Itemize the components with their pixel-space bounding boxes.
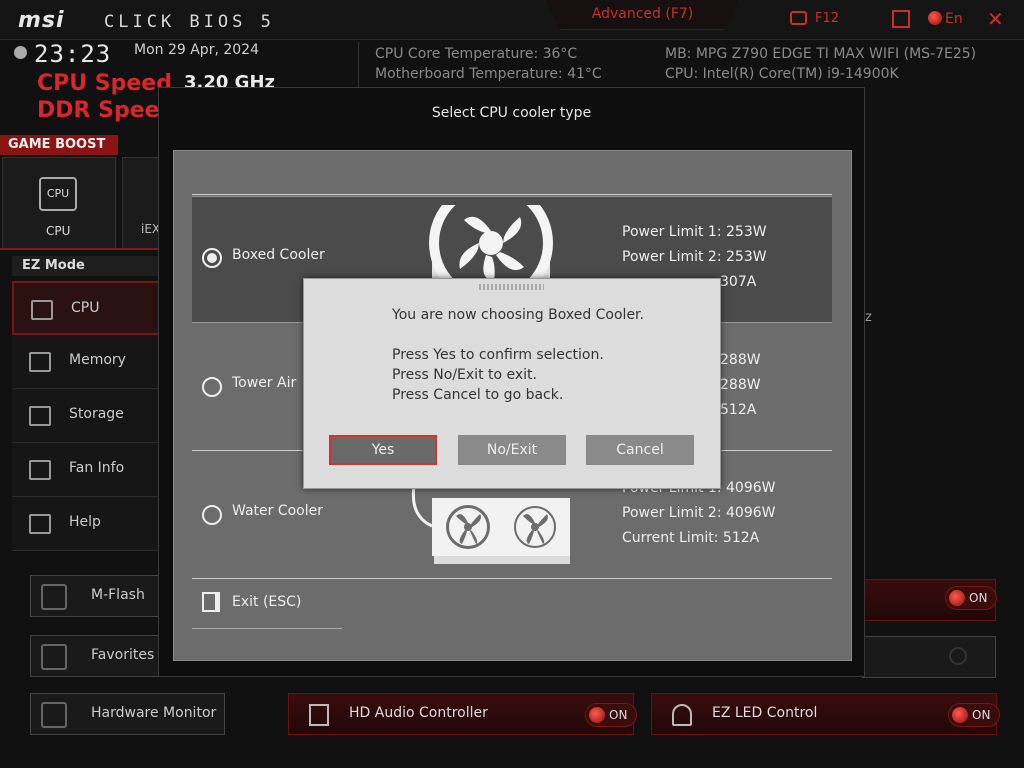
hd-audio-toggle[interactable]: ON: [585, 703, 637, 727]
water-cooler-radio[interactable]: [202, 505, 222, 525]
game-boost-divider: [0, 248, 160, 250]
mb-temperature: Motherboard Temperature: 41°C: [375, 66, 602, 82]
sidebar-item-label: Storage: [69, 406, 124, 422]
sidebar-item-label: Memory: [69, 352, 126, 368]
led-icon: [672, 704, 692, 726]
right-feature-tile[interactable]: ON: [862, 579, 997, 621]
water-cooler-radiator-icon: [411, 486, 570, 564]
cancel-button[interactable]: Cancel: [586, 435, 694, 465]
option-divider: [192, 194, 832, 195]
hardware-monitor-label: Hardware Monitor: [91, 705, 217, 721]
search-icon[interactable]: [892, 10, 910, 28]
screenshot-label[interactable]: F12: [815, 11, 839, 26]
mb-model: MB: MPG Z790 EDGE TI MAX WIFI (MS-7E25): [665, 46, 977, 62]
game-boost-header: GAME BOOST: [0, 135, 118, 155]
toggle-knob: [952, 707, 968, 723]
game-boost-cpu-label: CPU: [46, 224, 71, 238]
tower-spec-pl1: 288W: [720, 352, 761, 368]
usb-icon: [41, 584, 67, 610]
yes-button[interactable]: Yes: [329, 435, 437, 465]
date-text: Mon 29 Apr, 2024: [134, 42, 259, 58]
background-text-fragment: z: [865, 310, 872, 325]
sidebar-item-fan-info[interactable]: Fan Info: [12, 443, 162, 497]
hotkey-icon: [29, 514, 51, 534]
toggle-state: ON: [609, 708, 628, 722]
water-spec-pl2: Power Limit 2: 4096W: [622, 505, 776, 521]
m-flash-label: M-Flash: [91, 587, 145, 603]
close-icon[interactable]: ✕: [987, 7, 1004, 31]
hd-audio-label: HD Audio Controller: [349, 705, 488, 721]
memory-icon: [29, 352, 51, 372]
fan-icon: [29, 460, 51, 480]
ez-led-label: EZ LED Control: [712, 705, 818, 721]
camera-icon[interactable]: [790, 11, 807, 25]
boxed-cooler-radio[interactable]: [202, 248, 222, 268]
right-feature-tile-2[interactable]: [862, 636, 996, 678]
speaker-icon: [309, 704, 329, 726]
confirm-message-line: You are now choosing Boxed Cooler.: [392, 307, 644, 323]
water-spec-current: Current Limit: 512A: [622, 530, 760, 546]
toggle-knob: [949, 590, 965, 606]
ez-led-tile[interactable]: EZ LED Control ON: [651, 693, 1000, 735]
ddr-speed-label: DDR Speed: [37, 98, 176, 123]
cpu-temperature: CPU Core Temperature: 36°C: [375, 46, 578, 62]
boxed-spec-current: 307A: [720, 274, 757, 290]
cooler-dialog-title: Select CPU cooler type: [431, 105, 592, 121]
exit-door-icon[interactable]: [202, 592, 220, 612]
favorites-label: Favorites: [91, 647, 155, 663]
cpu-speed-label: CPU Speed: [37, 71, 172, 96]
tower-spec-current: 512A: [720, 402, 757, 418]
bios-screen: msi CLICK BIOS 5 Advanced (F7) F12 En ✕ …: [0, 0, 1024, 768]
cpu-model: CPU: Intel(R) Core(TM) i9-14900K: [665, 66, 899, 82]
toggle-state: ON: [969, 591, 988, 605]
toggle-state: ON: [972, 708, 991, 722]
clock-icon: [14, 46, 27, 59]
advanced-mode-tab[interactable]: Advanced (F7): [545, 0, 740, 30]
globe-icon[interactable]: [928, 11, 942, 25]
sidebar-item-label: CPU: [71, 300, 100, 316]
heart-icon: [41, 644, 67, 670]
ez-led-toggle[interactable]: ON: [948, 703, 1000, 727]
sidebar-item-cpu[interactable]: CPU: [12, 281, 162, 335]
boxed-spec-pl2: Power Limit 2: 253W: [622, 249, 767, 265]
toggle-knob: [589, 707, 605, 723]
cpu-icon: [31, 300, 53, 320]
feature-toggle[interactable]: ON: [945, 586, 997, 610]
info-divider: [358, 42, 359, 90]
sidebar-item-help[interactable]: Help: [12, 497, 162, 551]
drag-handle[interactable]: [479, 284, 544, 290]
exit-underline: [192, 628, 342, 629]
fan-monitor-icon: [41, 702, 67, 728]
confirm-message-line: Press Cancel to go back.: [392, 387, 564, 403]
cpu-chip-icon: CPU: [39, 177, 77, 211]
language-selector[interactable]: En: [945, 11, 963, 27]
boxed-cooler-label: Boxed Cooler: [232, 247, 325, 263]
off-indicator: [949, 647, 967, 665]
tower-air-label[interactable]: Tower Air: [232, 375, 296, 391]
no-exit-button[interactable]: No/Exit: [458, 435, 566, 465]
storage-icon: [29, 406, 51, 426]
bios-name: CLICK BIOS 5: [104, 12, 275, 32]
tower-air-radio[interactable]: [202, 377, 222, 397]
sidebar-item-label: Fan Info: [69, 460, 125, 476]
ez-mode-header: EZ Mode: [12, 256, 162, 276]
confirm-message-line: Press Yes to confirm selection.: [392, 347, 604, 363]
clock-time: 23:23: [34, 40, 112, 68]
water-cooler-label[interactable]: Water Cooler: [232, 503, 323, 519]
exit-button[interactable]: Exit (ESC): [232, 594, 301, 610]
confirm-message-line: Press No/Exit to exit.: [392, 367, 537, 383]
msi-logo: msi: [18, 8, 65, 33]
sidebar-item-label: Help: [69, 514, 101, 530]
sidebar-item-storage[interactable]: Storage: [12, 389, 162, 443]
hardware-monitor-button[interactable]: Hardware Monitor: [30, 693, 225, 735]
boxed-cooler-fan-icon: [429, 205, 553, 283]
sidebar-item-memory[interactable]: Memory: [12, 335, 162, 389]
hd-audio-tile[interactable]: HD Audio Controller ON: [288, 693, 637, 735]
tower-spec-pl2: 288W: [720, 377, 761, 393]
boxed-spec-pl1: Power Limit 1: 253W: [622, 224, 767, 240]
option-divider: [192, 578, 832, 579]
